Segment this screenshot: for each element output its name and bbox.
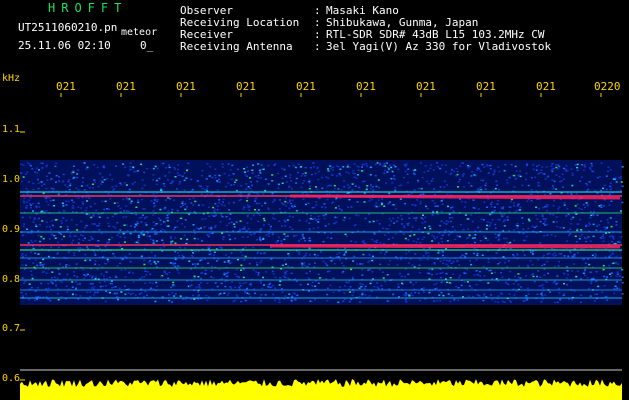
antenna-value: 3el Yagi(V) Az 330 for Vladivostok	[326, 40, 552, 53]
app-title: HROFFT	[48, 1, 128, 15]
x-tick-label: 0220	[594, 80, 621, 93]
x-tick-label: 021	[116, 80, 136, 93]
y-tick-label: 0.6	[2, 373, 21, 384]
x-tick-label: 021	[56, 80, 76, 93]
y-axis-unit: kHz	[2, 73, 21, 84]
x-tick-label: 021	[416, 80, 436, 93]
x-tick-label: 021	[536, 80, 556, 93]
timestamp: 25.11.06 02:10	[18, 39, 111, 52]
timestamp-extra: 0_	[140, 39, 154, 52]
x-tick-label: 021	[236, 80, 256, 93]
antenna-label: Receiving Antenna	[180, 40, 293, 53]
x-tick-label: 021	[296, 80, 316, 93]
antenna-sep: :	[314, 40, 321, 53]
amplitude-trace	[20, 379, 622, 400]
y-tick-label: 1.1	[2, 124, 21, 135]
y-tick-label: 1.0	[2, 174, 21, 185]
y-tick-label: 0.7	[2, 323, 21, 334]
meteor-trace	[289, 194, 621, 200]
x-tick-label: 021	[476, 80, 496, 93]
x-tick-label: 021	[356, 80, 376, 93]
y-tick-label: 0.8	[2, 274, 21, 285]
y-tick-label: 0.9	[2, 224, 21, 235]
meteor-trace	[269, 244, 621, 249]
file-tag: meteor	[121, 27, 158, 38]
x-tick-label: 021	[176, 80, 196, 93]
spectrogram	[20, 93, 624, 400]
file-name: UT2511060210.pn	[18, 21, 118, 34]
